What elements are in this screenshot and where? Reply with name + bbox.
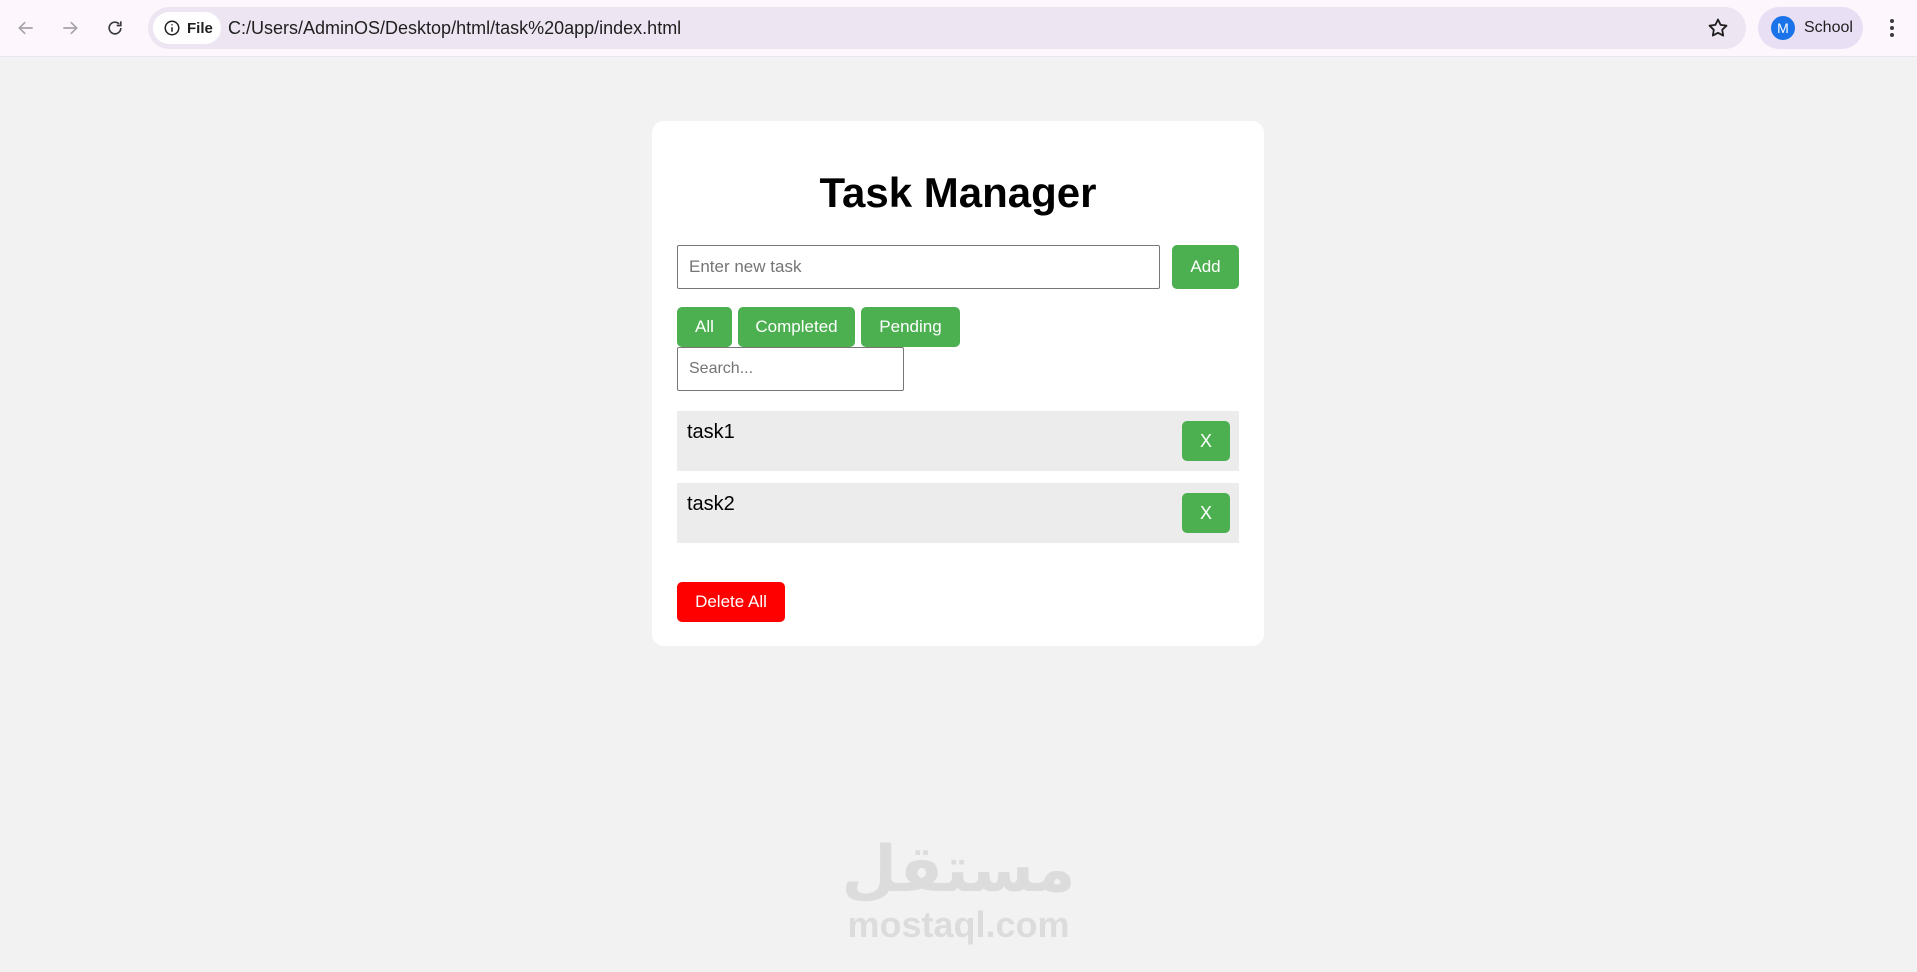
arrow-left-icon — [18, 21, 33, 35]
star-icon[interactable] — [1706, 16, 1730, 40]
reload-button[interactable] — [97, 10, 133, 46]
filter-pending-button[interactable]: Pending — [861, 307, 960, 347]
reload-icon — [108, 21, 122, 35]
page-title: Task Manager — [819, 169, 1097, 216]
task-text[interactable]: task2 — [687, 493, 735, 516]
profile-button[interactable]: M School — [1758, 7, 1863, 49]
delete-task-button[interactable]: X — [1182, 421, 1230, 461]
profile-name: School — [1804, 19, 1853, 36]
site-info-button[interactable]: File — [153, 12, 221, 44]
avatar: M — [1771, 16, 1795, 40]
info-icon — [164, 20, 180, 36]
delete-all-button[interactable]: Delete All — [677, 582, 785, 622]
back-button[interactable] — [8, 10, 44, 46]
arrow-right-icon — [63, 21, 78, 35]
forward-button[interactable] — [52, 10, 88, 46]
task-item: task2 X — [677, 483, 1239, 543]
url-text[interactable]: C:/Users/AdminOS/Desktop/html/task%20app… — [228, 18, 681, 39]
delete-task-button[interactable]: X — [1182, 493, 1230, 533]
add-task-button[interactable]: Add — [1172, 245, 1239, 289]
kebab-menu-icon[interactable] — [1876, 12, 1908, 44]
filter-completed-button[interactable]: Completed — [738, 307, 855, 347]
browser-toolbar: File C:/Users/AdminOS/Desktop/html/task%… — [0, 0, 1917, 57]
address-bar[interactable]: File C:/Users/AdminOS/Desktop/html/task%… — [148, 7, 1746, 49]
new-task-input[interactable] — [677, 245, 1160, 289]
task-manager-card: Task Manager Add All Completed Pending t… — [652, 121, 1264, 646]
filter-all-button[interactable]: All — [677, 307, 732, 347]
watermark: مستقل mostaql.com — [0, 835, 1917, 945]
task-item: task1 X — [677, 411, 1239, 471]
search-input[interactable] — [677, 347, 904, 391]
site-info-label: File — [187, 19, 213, 37]
watermark-logo: مستقل — [841, 833, 1076, 907]
task-text[interactable]: task1 — [687, 421, 735, 444]
watermark-domain: mostaql.com — [847, 904, 1070, 945]
